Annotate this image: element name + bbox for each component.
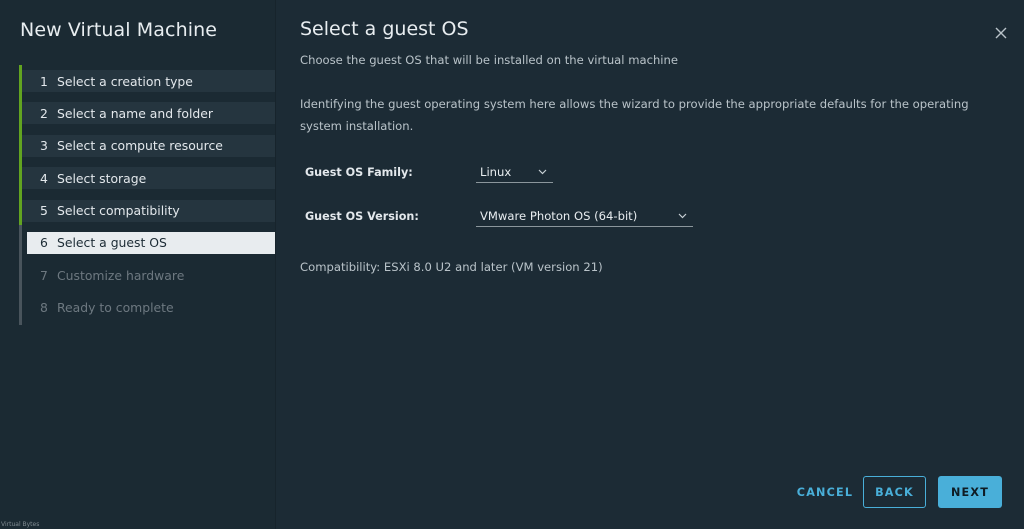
wizard-steps: 1 Select a creation type 2 Select a name… [22, 70, 275, 329]
step-label: Select storage [57, 170, 147, 186]
guest-os-family-select[interactable]: Linux [476, 161, 553, 183]
step-number: 4 [40, 170, 48, 186]
step-label: Select compatibility [57, 203, 180, 219]
wizard-sidebar: New Virtual Machine 1 Select a creation … [0, 0, 276, 529]
wizard-title: New Virtual Machine [20, 19, 218, 41]
step-number: 1 [40, 73, 48, 89]
step-number: 7 [40, 267, 48, 283]
page-title: Select a guest OS [300, 18, 469, 40]
step-number: 8 [40, 300, 48, 316]
guest-os-family-value: Linux [480, 164, 512, 179]
guest-os-version-label: Guest OS Version: [305, 210, 419, 223]
chevron-down-icon [678, 213, 687, 218]
chevron-down-icon [538, 169, 547, 174]
step-compatibility[interactable]: 5 Select compatibility [22, 199, 275, 222]
step-label: Select a guest OS [57, 235, 167, 251]
compatibility-text: Compatibility: ESXi 8.0 U2 and later (VM… [300, 260, 603, 274]
guest-os-family-label: Guest OS Family: [305, 166, 413, 179]
close-icon [995, 27, 1007, 39]
step-number: 6 [40, 235, 48, 251]
next-button[interactable]: NEXT [938, 476, 1002, 508]
step-label: Customize hardware [57, 267, 185, 283]
step-label: Select a compute resource [57, 138, 223, 154]
guest-os-version-value: VMware Photon OS (64-bit) [480, 208, 638, 223]
step-ready-to-complete: 8 Ready to complete [22, 297, 275, 319]
new-vm-dialog: New Virtual Machine 1 Select a creation … [0, 0, 1024, 529]
close-button[interactable] [993, 25, 1009, 41]
step-creation-type[interactable]: 1 Select a creation type [22, 70, 275, 92]
wizard-content: Select a guest OS Choose the guest OS th… [277, 0, 1024, 529]
step-compute-resource[interactable]: 3 Select a compute resource [22, 134, 275, 157]
step-label: Ready to complete [57, 300, 174, 316]
guest-os-version-select[interactable]: VMware Photon OS (64-bit) [476, 205, 693, 227]
step-number: 5 [40, 203, 48, 219]
watermark: Virtual Bytes [1, 521, 40, 528]
page-description: Identifying the guest operating system h… [300, 97, 969, 133]
step-guest-os[interactable]: 6 Select a guest OS [27, 231, 275, 254]
step-number: 2 [40, 105, 48, 121]
step-label: Select a creation type [57, 73, 193, 89]
step-number: 3 [40, 138, 48, 154]
page-subtitle: Choose the guest OS that will be install… [300, 53, 679, 67]
cancel-button[interactable]: CANCEL [787, 476, 863, 508]
step-label: Select a name and folder [57, 105, 213, 121]
step-customize-hardware: 7 Customize hardware [22, 264, 275, 286]
step-storage[interactable]: 4 Select storage [22, 167, 275, 190]
step-name-and-folder[interactable]: 2 Select a name and folder [22, 102, 275, 125]
back-button[interactable]: BACK [863, 476, 926, 508]
